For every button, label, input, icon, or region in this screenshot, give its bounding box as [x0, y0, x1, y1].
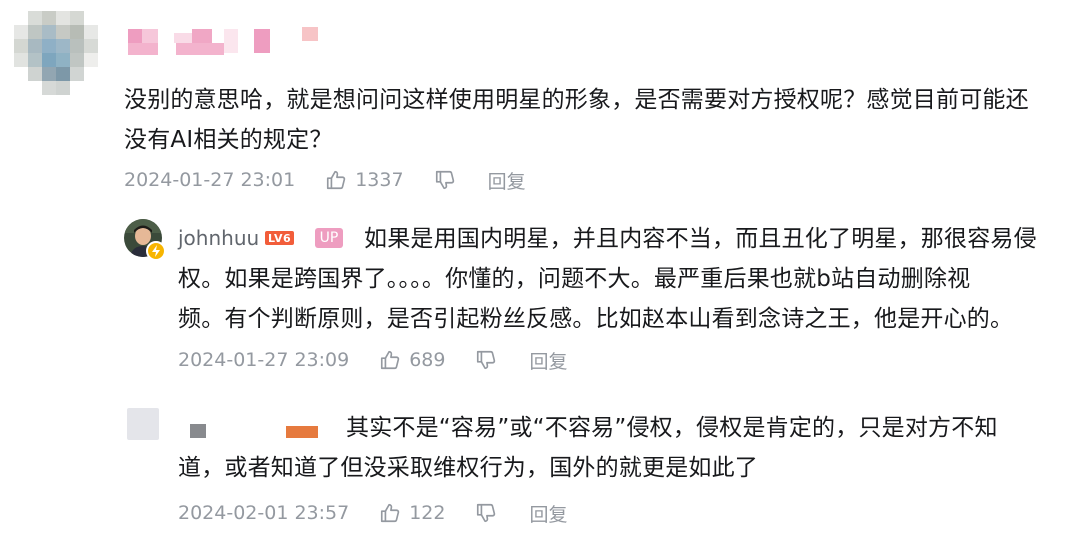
dislike-button[interactable] [475, 349, 497, 371]
reply-text: 如果是用国内明星，并且内容不当，而且丑化了明星，那很容易侵 权。如果是跨国界了。… [178, 219, 1078, 339]
thumbs-up-icon [381, 503, 400, 523]
comment-text: 没别的意思哈，就是想问问这样使用明星的形象，是否需要对方授权呢？感觉目前可能还 … [124, 80, 1064, 160]
like-count: 1337 [355, 169, 404, 191]
reply-button[interactable]: 回复 [529, 347, 567, 374]
thumbs-up-icon [381, 350, 400, 370]
username-censored[interactable] [128, 27, 328, 57]
comment-text-line: 没别的意思哈，就是想问问这样使用明星的形象，是否需要对方授权呢？感觉目前可能还 [124, 87, 1029, 113]
lightning-icon [152, 245, 160, 257]
timestamp: 2024-01-27 23:01 [124, 169, 296, 191]
dislike-button[interactable] [475, 502, 497, 524]
comment-meta: 2024-01-27 23:01 1337 回复 [124, 165, 526, 195]
reply-text-line: 权。如果是跨国界了。。。。你懂的，问题不大。最严重后果也就b站自动删除视 [178, 266, 971, 292]
reply-text-line: 频。有个判断原则，是否引起粉丝反感。比如赵本山看到念诗之王，他是开心的。 [178, 306, 1014, 332]
like-button[interactable]: 689 [379, 349, 445, 371]
reply-text: 其实不是“容易”或“不容易”侵权，侵权是肯定的，只是对方不知 道，或者知道了但没… [178, 408, 1078, 488]
reply-button[interactable]: 回复 [529, 500, 567, 527]
like-count: 689 [409, 349, 446, 371]
avatar[interactable] [14, 11, 98, 95]
reply-avatar[interactable] [127, 408, 159, 440]
thumbs-down-icon [435, 170, 454, 190]
comment-text-line: 没有AI相关的规定？ [124, 127, 333, 153]
thumbs-down-icon [477, 350, 496, 370]
reply-text-line: 其实不是“容易”或“不容易”侵权，侵权是肯定的，只是对方不知 [346, 415, 998, 441]
reply-text-line: 如果是用国内明星，并且内容不当，而且丑化了明星，那很容易侵 [364, 226, 1037, 252]
dislike-button[interactable] [434, 169, 456, 191]
like-button[interactable]: 1337 [325, 169, 404, 191]
reply-text-line: 道，或者知道了但没采取维权行为，国外的就更是如此了 [178, 455, 758, 481]
timestamp: 2024-01-27 23:09 [178, 349, 350, 371]
thumbs-up-icon [327, 170, 346, 190]
reply-meta: 2024-01-27 23:09 689 回复 [178, 345, 568, 375]
verified-badge [146, 241, 166, 261]
thumbs-down-icon [477, 503, 496, 523]
reply-meta: 2024-02-01 23:57 122 回复 [178, 498, 568, 528]
like-count: 122 [409, 502, 446, 524]
timestamp: 2024-02-01 23:57 [178, 502, 350, 524]
reply-button[interactable]: 回复 [488, 167, 526, 194]
like-button[interactable]: 122 [379, 502, 445, 524]
